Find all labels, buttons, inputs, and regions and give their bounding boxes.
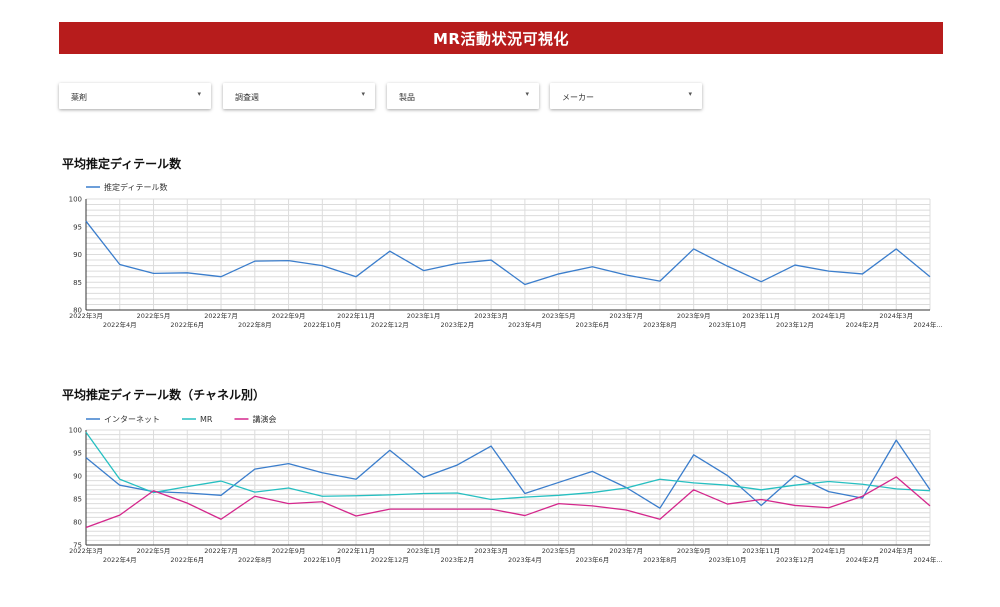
- chart2-x-tick-label: 2022年3月: [69, 546, 103, 555]
- chart2-x-tick-label: 2023年9月: [677, 546, 711, 555]
- chart2-x-tick-label: 2023年10月: [709, 555, 747, 564]
- chart2-x-tick-label: 2022年12月: [371, 555, 409, 564]
- chart2-x-tick-label: 2024年...: [913, 555, 942, 564]
- chart2-y-tick-label: 100: [69, 427, 82, 435]
- chart2-x-tick-label: 2022年9月: [272, 546, 306, 555]
- chart2-y-tick-label: 80: [73, 519, 82, 527]
- chart2-legend-label-0: インターネット: [104, 415, 160, 424]
- chart2-x-tick-label: 2022年8月: [238, 555, 272, 564]
- chart2-x-tick-label: 2023年2月: [441, 555, 475, 564]
- chart2-x-tick-label: 2023年3月: [474, 546, 508, 555]
- chart2-x-tick-label: 2022年11月: [337, 546, 375, 555]
- chart2-x-tick-label: 2023年4月: [508, 555, 542, 564]
- chart2-x-tick-label: 2022年7月: [204, 546, 238, 555]
- chart2-y-tick-label: 95: [73, 450, 82, 458]
- chart2-y-tick-label: 90: [73, 473, 82, 481]
- chart2-x-tick-label: 2022年5月: [137, 546, 171, 555]
- chart2-x-tick-label: 2024年3月: [879, 546, 913, 555]
- chart2-x-tick-label: 2024年2月: [846, 555, 880, 564]
- chart2-svg: 75808590951002022年3月2022年4月2022年5月2022年6…: [69, 414, 943, 564]
- chart2-x-tick-label: 2023年11月: [742, 546, 780, 555]
- chart2-x-tick-label: 2022年4月: [103, 555, 137, 564]
- chart2-legend-label-2: 講演会: [252, 414, 276, 424]
- chart2-x-tick-label: 2023年7月: [609, 546, 643, 555]
- chart2-x-tick-label: 2023年8月: [643, 555, 677, 564]
- chart2-x-tick-label: 2023年6月: [576, 555, 610, 564]
- chart2-x-tick-label: 2022年10月: [303, 555, 341, 564]
- chart2-legend-label-1: MR: [200, 415, 213, 424]
- chart2-x-tick-label: 2023年5月: [542, 546, 576, 555]
- chart2-x-tick-label: 2022年6月: [170, 555, 204, 564]
- chart2-y-tick-label: 85: [73, 496, 82, 504]
- chart2-x-tick-label: 2023年12月: [776, 555, 814, 564]
- chart2-x-tick-label: 2023年1月: [407, 546, 441, 555]
- chart2-x-tick-label: 2024年1月: [812, 546, 846, 555]
